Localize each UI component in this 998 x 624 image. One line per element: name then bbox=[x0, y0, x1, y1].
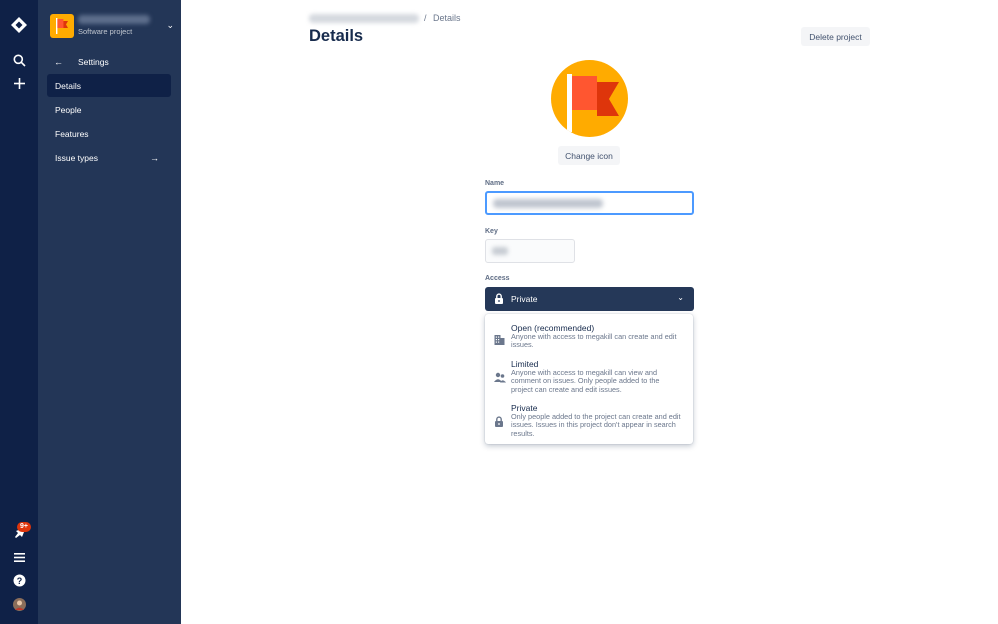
project-sidebar: Software project ⌄ ← Settings Details Pe… bbox=[38, 0, 181, 624]
chevron-down-icon: ⌄ bbox=[677, 293, 684, 302]
back-to-settings[interactable]: ← Settings bbox=[54, 55, 109, 69]
key-label: Key bbox=[485, 228, 498, 235]
access-dropdown-menu: Open (recommended) Anyone with access to… bbox=[485, 314, 693, 444]
project-icon bbox=[551, 60, 628, 137]
access-select-value: Private bbox=[511, 294, 538, 304]
page-title: Details bbox=[309, 27, 364, 45]
svg-text:?: ? bbox=[16, 575, 22, 585]
project-name-redacted bbox=[78, 15, 150, 24]
project-avatar bbox=[50, 14, 74, 38]
name-value-redacted bbox=[493, 199, 603, 208]
project-switcher[interactable]: Software project ⌄ bbox=[50, 14, 174, 38]
sidebar-item-label: People bbox=[55, 104, 82, 115]
sidebar-item-people[interactable]: People bbox=[47, 98, 171, 121]
search-icon[interactable] bbox=[0, 52, 38, 68]
sidebar-item-issue-types[interactable]: Issue types → bbox=[47, 146, 171, 169]
access-option-private[interactable]: Private Only people added to the project… bbox=[485, 403, 693, 441]
name-label: Name bbox=[485, 180, 505, 187]
project-type: Software project bbox=[78, 27, 133, 36]
sidebar-item-features[interactable]: Features bbox=[47, 122, 171, 145]
people-icon bbox=[494, 370, 506, 383]
menu-icon[interactable] bbox=[0, 550, 38, 564]
chevron-down-icon[interactable]: ⌄ bbox=[166, 20, 174, 31]
access-label: Access bbox=[485, 275, 510, 282]
access-option-limited[interactable]: Limited Anyone with access to megakill c… bbox=[485, 359, 693, 399]
building-icon bbox=[494, 332, 505, 345]
key-field[interactable] bbox=[485, 239, 575, 263]
lock-icon bbox=[494, 414, 505, 427]
jira-logo-icon[interactable] bbox=[0, 16, 38, 34]
breadcrumb-project-redacted[interactable] bbox=[309, 14, 419, 23]
change-icon-button[interactable]: Change icon bbox=[558, 146, 620, 165]
help-icon[interactable]: ? bbox=[0, 573, 38, 587]
lock-icon bbox=[494, 293, 504, 306]
access-select[interactable]: Private ⌄ bbox=[485, 287, 694, 311]
key-value-redacted bbox=[492, 247, 508, 255]
arrow-right-icon: → bbox=[150, 152, 159, 163]
global-nav-rail: 9+ ? bbox=[0, 0, 38, 624]
delete-project-button[interactable]: Delete project bbox=[801, 27, 870, 46]
breadcrumb-separator: / bbox=[424, 13, 427, 23]
sidebar-item-label: Features bbox=[55, 128, 89, 139]
breadcrumb-current: Details bbox=[433, 13, 461, 23]
access-option-description: Only people added to the project can cre… bbox=[511, 412, 681, 438]
sidebar-item-details[interactable]: Details bbox=[47, 74, 171, 97]
access-option-open[interactable]: Open (recommended) Anyone with access to… bbox=[485, 323, 693, 357]
name-field[interactable] bbox=[485, 191, 694, 215]
create-plus-icon[interactable] bbox=[0, 75, 38, 91]
access-option-description: Anyone with access to megakill can view … bbox=[511, 368, 660, 394]
notification-badge: 9+ bbox=[17, 522, 31, 532]
back-label: Settings bbox=[78, 57, 109, 67]
sidebar-item-label: Details bbox=[55, 80, 81, 91]
sidebar-item-label: Issue types bbox=[55, 152, 98, 163]
arrow-left-icon: ← bbox=[54, 57, 63, 67]
profile-avatar[interactable] bbox=[0, 597, 38, 611]
access-option-description: Anyone with access to megakill can creat… bbox=[511, 332, 677, 350]
